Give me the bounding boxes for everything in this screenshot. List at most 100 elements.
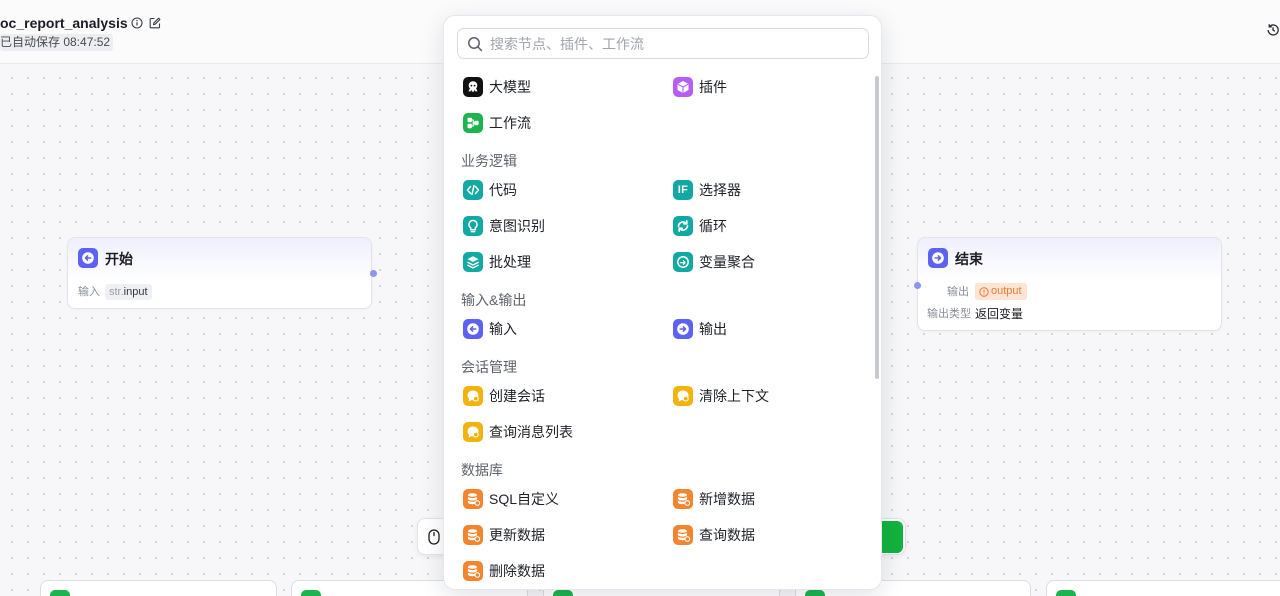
node-option-label: 查询消息列表 [489, 424, 573, 440]
node-row: 创建会话 清除上下文 [444, 378, 881, 414]
node-option-variable-merge[interactable]: 变量聚合 [673, 244, 881, 280]
node-option-plugin[interactable]: 插件 [673, 69, 881, 105]
node-option-code[interactable]: 代码 [463, 172, 673, 208]
update-data-icon [463, 525, 483, 545]
node-option-intent[interactable]: 意图识别 [463, 208, 673, 244]
variable-type: str. [109, 286, 124, 298]
info-icon[interactable] [131, 17, 143, 29]
node-row: 意图识别 循环 [444, 208, 881, 244]
end-node[interactable]: 结束 输出 output 输出类型 返回变量 [914, 237, 1222, 331]
node-option-input[interactable]: 输入 [463, 311, 673, 347]
input-label: 输入 [78, 286, 100, 298]
input-variable-tag: str.input [105, 284, 152, 300]
node-option-delete-data[interactable]: 删除数据 [463, 553, 673, 589]
section-title: 业务逻辑 [461, 153, 517, 169]
input-port[interactable] [914, 282, 921, 289]
node-option-sql[interactable]: SQL自定义 [463, 481, 673, 517]
node-option-label: SQL自定义 [489, 491, 560, 507]
sql-database-icon [463, 489, 483, 509]
section-title: 会话管理 [461, 359, 517, 375]
section-title: 输入&输出 [461, 292, 527, 308]
output-variable-name: output [991, 285, 1022, 297]
if-icon-text: IF [677, 184, 689, 196]
end-node-title: 结束 [955, 251, 983, 267]
output-label: 输出 [947, 286, 969, 298]
search-box[interactable] [457, 28, 869, 59]
delete-data-icon [463, 561, 483, 581]
output-type-value: 返回变量 [975, 307, 1024, 321]
node-option-create-conversation[interactable]: 创建会话 [463, 378, 673, 414]
node-option-label: 意图识别 [489, 218, 545, 234]
variable-merge-icon [673, 252, 693, 272]
output-port[interactable] [370, 270, 377, 277]
loop-icon [673, 216, 693, 236]
start-node-title: 开始 [105, 251, 133, 267]
node-card[interactable] [40, 580, 277, 596]
output-type-label: 输出类型 [927, 308, 971, 320]
node-icon [553, 590, 573, 596]
node-list: 大模型 插件 工作流 业务逻辑 代码 IF 选择器 意图识别 循环 批处理 变量… [444, 69, 881, 589]
node-option-llm[interactable]: 大模型 [463, 69, 673, 105]
node-row: 批处理 变量聚合 [444, 244, 881, 280]
if-selector-icon: IF [673, 180, 693, 200]
node-option-insert-data[interactable]: 新增数据 [673, 481, 881, 517]
node-icon [1056, 590, 1076, 596]
node-row: 代码 IF 选择器 [444, 172, 881, 208]
node-option-label: 选择器 [699, 182, 741, 198]
node-option-label: 输出 [699, 321, 727, 337]
node-option-label: 代码 [489, 182, 517, 198]
node-option-query-data[interactable]: 查询数据 [673, 517, 881, 553]
node-option-label: 删除数据 [489, 563, 545, 579]
node-row: 删除数据 [444, 553, 881, 589]
node-option-label: 输入 [489, 321, 517, 337]
workflow-title: oc_report_analysis [0, 15, 128, 31]
warning-icon [979, 286, 989, 297]
node-option-label: 更新数据 [489, 527, 545, 543]
node-option-output[interactable]: 输出 [673, 311, 881, 347]
batch-icon [463, 252, 483, 272]
variable-name: input [123, 286, 148, 298]
node-option-label: 清除上下文 [699, 388, 769, 404]
node-option-label: 插件 [699, 79, 727, 95]
output-icon [673, 319, 693, 339]
node-card[interactable] [1046, 580, 1280, 596]
node-row: 更新数据 查询数据 [444, 517, 881, 553]
input-icon [463, 319, 483, 339]
section-title: 数据库 [461, 462, 503, 478]
node-option-batch[interactable]: 批处理 [463, 244, 673, 280]
node-option-label: 创建会话 [489, 388, 545, 404]
start-icon [78, 248, 98, 268]
node-icon [301, 590, 321, 596]
node-option-clear-context[interactable]: 清除上下文 [673, 378, 881, 414]
create-conversation-icon [463, 386, 483, 406]
node-option-label: 新增数据 [699, 491, 755, 507]
history-icon[interactable] [1266, 23, 1280, 37]
node-option-workflow[interactable]: 工作流 [463, 105, 673, 141]
output-variable-tag: output [975, 283, 1027, 300]
node-row: 大模型 插件 [444, 69, 881, 105]
node-icon [50, 590, 70, 596]
node-option-selector[interactable]: IF 选择器 [673, 172, 881, 208]
mouse-icon[interactable] [428, 529, 440, 545]
insert-data-icon [673, 489, 693, 509]
node-option-label: 循环 [699, 218, 727, 234]
start-node[interactable]: 开始 输入 str.input [67, 237, 377, 309]
autosave-status: 已自动保存 08:47:52 [0, 34, 114, 51]
node-row: 工作流 [444, 105, 881, 141]
node-row: 查询消息列表 [444, 414, 881, 450]
edit-icon[interactable] [149, 17, 161, 29]
node-option-update-data[interactable]: 更新数据 [463, 517, 673, 553]
scrollbar[interactable] [875, 76, 879, 379]
node-option-loop[interactable]: 循环 [673, 208, 881, 244]
workflow-icon [463, 113, 483, 133]
node-option-label: 大模型 [489, 79, 531, 95]
end-icon [928, 248, 948, 268]
llm-icon [463, 77, 483, 97]
intent-icon [463, 216, 483, 236]
code-icon [463, 180, 483, 200]
node-option-query-messages[interactable]: 查询消息列表 [463, 414, 673, 450]
node-option-label: 工作流 [489, 115, 531, 131]
node-option-label: 批处理 [489, 254, 531, 270]
node-row: SQL自定义 新增数据 [444, 481, 881, 517]
search-input[interactable] [458, 29, 868, 58]
